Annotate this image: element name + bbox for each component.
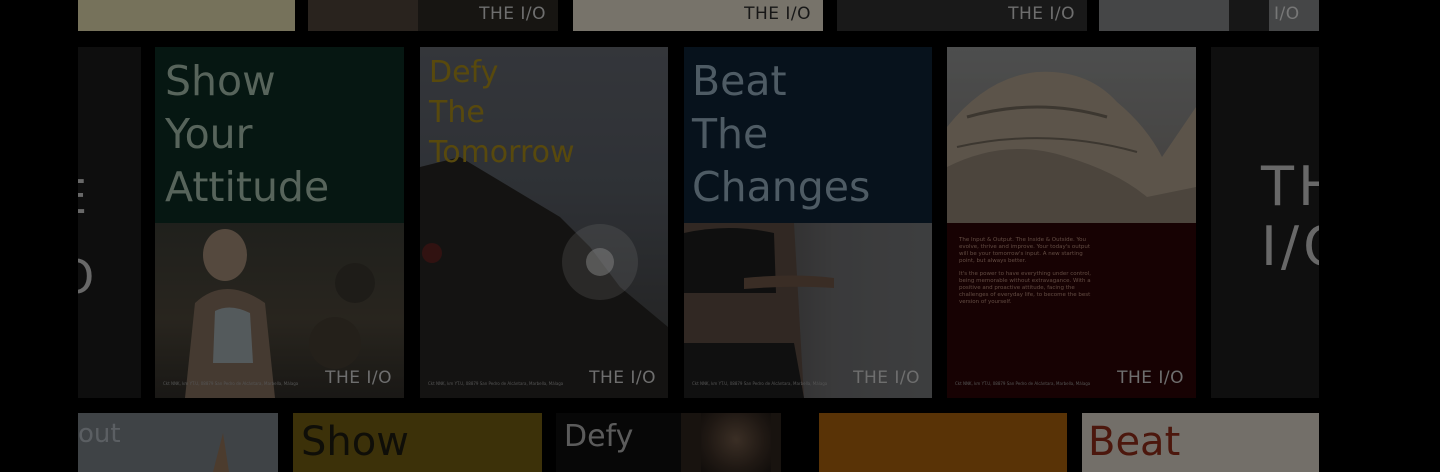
bottom-card-text: out	[78, 419, 121, 449]
headline-panel: Beat The Changes	[684, 47, 932, 223]
top-card-4[interactable]: THE I/O	[837, 0, 1087, 31]
manifesto-paragraph-1: The Input & Output. The Inside & Outside…	[959, 237, 1090, 264]
bottom-card-2[interactable]: Show	[293, 413, 542, 472]
top-card-3[interactable]: THE I/O	[573, 0, 823, 31]
poster-gallery: THE I/O THE I/O THE I/O THE I/O E O Show…	[0, 0, 1440, 472]
poster-headline: Defy The Tomorrow	[429, 55, 575, 170]
partial-poster-left[interactable]: E O	[78, 47, 141, 398]
partial-brand-glyphs: THE I/O	[1261, 155, 1319, 278]
poster-headline: Show Your Attitude	[165, 57, 330, 211]
poster-beat-the-changes[interactable]: Beat The Changes Ckt NNK, km YT.U, 08879…	[684, 47, 932, 398]
rock-formation	[947, 71, 1196, 223]
poster-manifesto[interactable]: The Input & Output. The Inside & Outside…	[947, 47, 1196, 398]
bottom-card-4[interactable]	[681, 413, 781, 472]
bottom-card-6[interactable]: Beat	[1082, 413, 1319, 472]
top-card-2[interactable]: THE I/O	[308, 0, 558, 31]
bottom-card-3[interactable]: Defy	[556, 413, 681, 472]
bottom-card-5[interactable]	[819, 413, 1067, 472]
hands-photo	[213, 433, 229, 472]
poster-defy-the-tomorrow[interactable]: Defy The Tomorrow Ckt NNK, km YT.U, 0887…	[420, 47, 668, 398]
fine-print: Ckt NNK, km YT.U, 08879 San Pedro de Alc…	[163, 381, 299, 386]
fine-print: Ckt NNK, km YT.U, 08879 San Pedro de Alc…	[428, 381, 564, 386]
headline-panel: Show Your Attitude	[155, 47, 404, 223]
fine-print: Ckt NNK, km YT.U, 08879 San Pedro de Alc…	[955, 381, 1091, 386]
brand-label: THE I/O	[853, 368, 920, 388]
brand-label: THE I/O	[1008, 4, 1075, 24]
bottom-card-text: Defy	[564, 419, 634, 454]
bottom-card-text: Beat	[1088, 419, 1181, 465]
top-card-1[interactable]	[78, 0, 295, 31]
fine-print: Ckt NNK, km YT.U, 08879 San Pedro de Alc…	[692, 381, 828, 386]
bottom-card-text: Show	[301, 419, 409, 465]
brand-label: THE I/O	[744, 4, 811, 24]
manifesto-copy: The Input & Output. The Inside & Outside…	[959, 237, 1094, 312]
top-card-5[interactable]: THE I/O	[1099, 0, 1319, 31]
rock-photo	[947, 47, 1196, 223]
poster-headline: Beat The Changes	[692, 57, 871, 211]
gallery-viewport: THE I/O THE I/O THE I/O THE I/O E O Show…	[78, 0, 1319, 472]
brand-label: THE I/O	[1274, 0, 1309, 24]
brand-label: THE I/O	[1117, 368, 1184, 388]
brand-label: THE I/O	[479, 4, 546, 24]
bottom-card-1[interactable]: out	[78, 413, 278, 472]
face-photo	[701, 413, 771, 472]
poster-show-your-attitude[interactable]: Show Your Attitude Ckt NNK, km YT.U, 088…	[155, 47, 404, 398]
manifesto-paragraph-2: It's the power to have everything under …	[959, 271, 1092, 305]
partial-brand-glyphs: E O	[78, 157, 94, 317]
brand-label: THE I/O	[325, 368, 392, 388]
brand-label: THE I/O	[589, 368, 656, 388]
partial-poster-right[interactable]: THE I/O	[1211, 47, 1319, 398]
